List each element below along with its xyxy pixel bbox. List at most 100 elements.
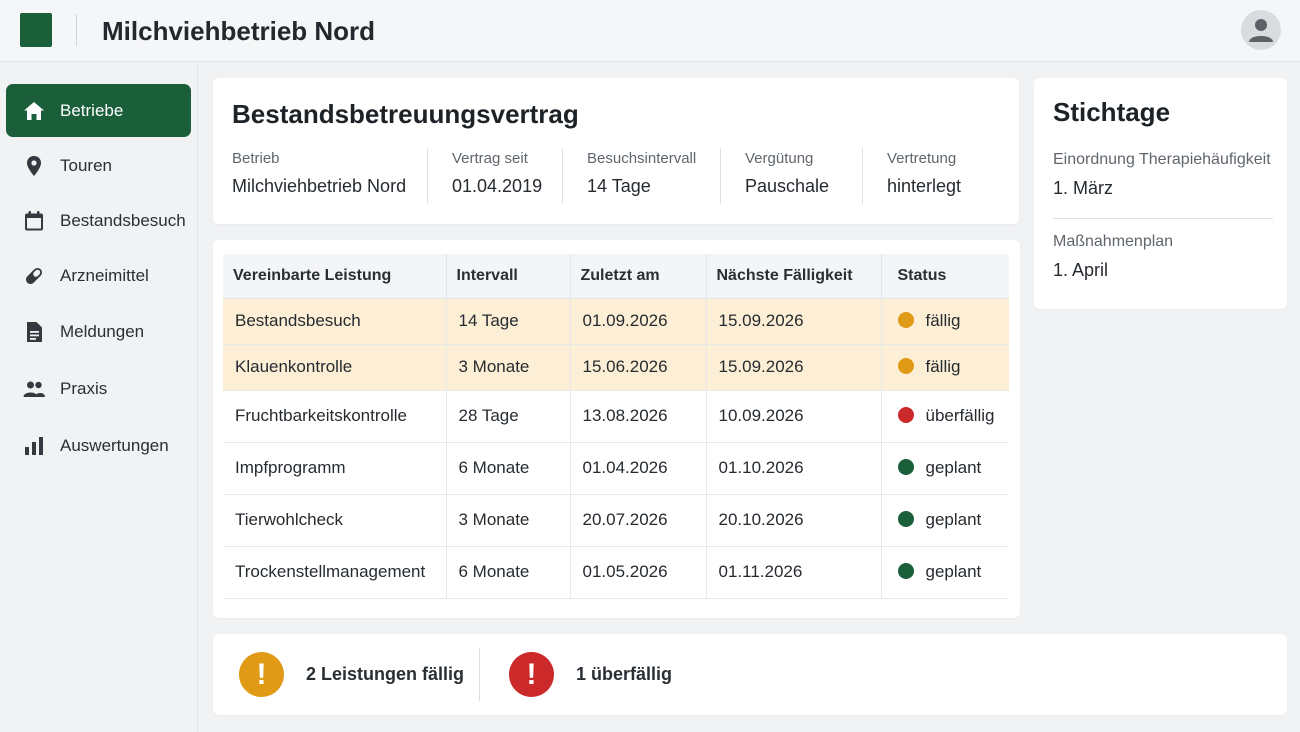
field-label: Betrieb [232,150,280,167]
field-divider [562,148,563,204]
cell-next: 20.10.2026 [706,494,882,547]
table-row[interactable]: Tierwohlcheck 3 Monate 20.07.2026 20.10.… [223,494,1009,547]
warning-icon: ! [239,652,284,697]
cell-next: 10.09.2026 [706,390,882,443]
table-header-row: Vereinbarte Leistung Intervall Zuletzt a… [223,254,1009,299]
cell-interval: 14 Tage [446,298,571,345]
key-date-value: 1. April [1053,260,1109,280]
cell-last: 01.04.2026 [570,442,707,495]
sidebar-item-meldungen[interactable]: Meldungen [6,305,191,358]
pill-icon [22,264,46,288]
table-row[interactable]: Fruchtbarkeitskontrolle 28 Tage 13.08.20… [223,390,1009,443]
cell-service: Bestandsbesuch [223,298,447,345]
due-summary[interactable]: 2 Leistungen fällig [306,663,464,685]
field-label: Besuchsintervall [587,150,697,167]
column-header-intervall[interactable]: Intervall [446,254,571,299]
table-row[interactable]: Bestandsbesuch 14 Tage 01.09.2026 15.09.… [223,298,1009,345]
home-icon [22,99,46,123]
sidebar-item-label: Meldungen [60,321,145,341]
status-text: überfällig [925,406,995,425]
sidebar-item-arzneimittel[interactable]: Arzneimittel [6,249,191,302]
column-header-faelligkeit[interactable]: Nächste Fälligkeit [706,254,882,299]
alert-icon: ! [509,652,554,697]
brand-logo[interactable] [20,13,52,47]
key-dates-divider [1053,218,1273,219]
column-header-zuletzt[interactable]: Zuletzt am [570,254,707,299]
calendar-icon [22,209,46,233]
cell-last: 20.07.2026 [570,494,707,547]
summary-divider [479,648,480,701]
cell-interval: 6 Monate [446,442,571,495]
status-text: geplant [925,562,982,581]
sidebar-item-bestandsbesuch[interactable]: Bestandsbesuch [6,194,191,247]
cell-status: überfällig [881,390,1009,443]
sidebar-item-label: Bestandsbesuch [60,210,186,230]
cell-next: 15.09.2026 [706,298,882,345]
field-divider [427,148,428,204]
field-divider [720,148,721,204]
cell-interval: 28 Tage [446,390,571,443]
overdue-summary[interactable]: 1 überfällig [576,663,672,685]
services-table: Vereinbarte Leistung Intervall Zuletzt a… [223,254,1009,599]
sidebar: Betriebe Touren Bestandsbesuch Arzneimit… [0,63,198,732]
cell-next: 01.11.2026 [706,546,882,599]
cell-status: geplant [881,546,1009,599]
status-text: geplant [925,458,982,477]
services-table-card: Vereinbarte Leistung Intervall Zuletzt a… [213,240,1020,618]
status-planned-dot [897,563,914,579]
sidebar-item-auswertungen[interactable]: Auswertungen [6,419,191,472]
column-header-leistung[interactable]: Vereinbarte Leistung [223,254,447,299]
field-value: Milchviehbetrieb Nord [232,176,407,196]
cell-status: geplant [881,494,1009,547]
contract-title: Bestandsbetreuungsvertrag [232,99,579,129]
cell-next: 15.09.2026 [706,344,882,391]
sidebar-item-label: Arzneimittel [60,265,149,285]
key-date-label: Einordnung Therapiehäufigkeit [1053,151,1271,168]
people-icon [22,377,46,401]
sidebar-item-label: Touren [60,155,112,175]
table-row[interactable]: Klauenkontrolle 3 Monate 15.06.2026 15.0… [223,344,1009,391]
sidebar-item-label: Betriebe [60,100,124,120]
cell-last: 15.06.2026 [570,344,707,391]
field-value: hinterlegt [887,176,962,196]
header-divider [76,14,77,46]
column-header-status[interactable]: Status [881,254,1009,299]
sidebar-item-label: Praxis [60,378,108,398]
cell-service: Tierwohlcheck [223,494,447,547]
cell-status: geplant [881,442,1009,495]
cell-last: 01.05.2026 [570,546,707,599]
bar-chart-icon [22,434,46,458]
summary-card: ! 2 Leistungen fällig ! 1 überfällig [213,634,1287,715]
status-due-dot [897,312,914,328]
cell-service: Trockenstellmanagement [223,546,447,599]
contract-card: Bestandsbetreuungsvertrag Betrieb Milchv… [213,78,1019,224]
cell-interval: 6 Monate [446,546,571,599]
cell-next: 01.10.2026 [706,442,882,495]
field-value: 01.04.2019 [452,176,543,196]
field-label: Vertretung [887,150,957,167]
sidebar-item-label: Auswertungen [60,435,169,455]
field-label: Vertrag seit [452,150,528,167]
key-date-label: Maßnahmenplan [1053,233,1174,250]
status-due-dot [897,358,914,374]
user-avatar-icon[interactable] [1241,10,1281,50]
top-bar: Milchviehbetrieb Nord [0,0,1300,62]
page-title: Milchviehbetrieb Nord [102,16,376,46]
sidebar-item-betriebe[interactable]: Betriebe [6,84,191,137]
table-row[interactable]: Trockenstellmanagement 6 Monate 01.05.20… [223,546,1009,599]
status-planned-dot [897,459,914,475]
table-row[interactable]: Impfprogramm 6 Monate 01.04.2026 01.10.2… [223,442,1009,495]
key-dates-card: Stichtage Einordnung Therapiehäufigkeit … [1034,78,1287,309]
cell-interval: 3 Monate [446,494,571,547]
sidebar-item-touren[interactable]: Touren [6,139,191,192]
cell-service: Fruchtbarkeitskontrolle [223,390,447,443]
field-value: 14 Tage [587,176,651,196]
contract-field-besuchsintervall: Besuchsintervall 14 Tage [587,150,696,206]
cell-last: 01.09.2026 [570,298,707,345]
contract-field-vertretung: Vertretung hinterlegt [887,150,961,206]
field-divider [862,148,863,204]
contract-field-betrieb: Betrieb Milchviehbetrieb Nord [232,150,406,206]
sidebar-item-praxis[interactable]: Praxis [6,362,191,415]
document-icon [22,320,46,344]
status-text: fällig [925,311,961,330]
